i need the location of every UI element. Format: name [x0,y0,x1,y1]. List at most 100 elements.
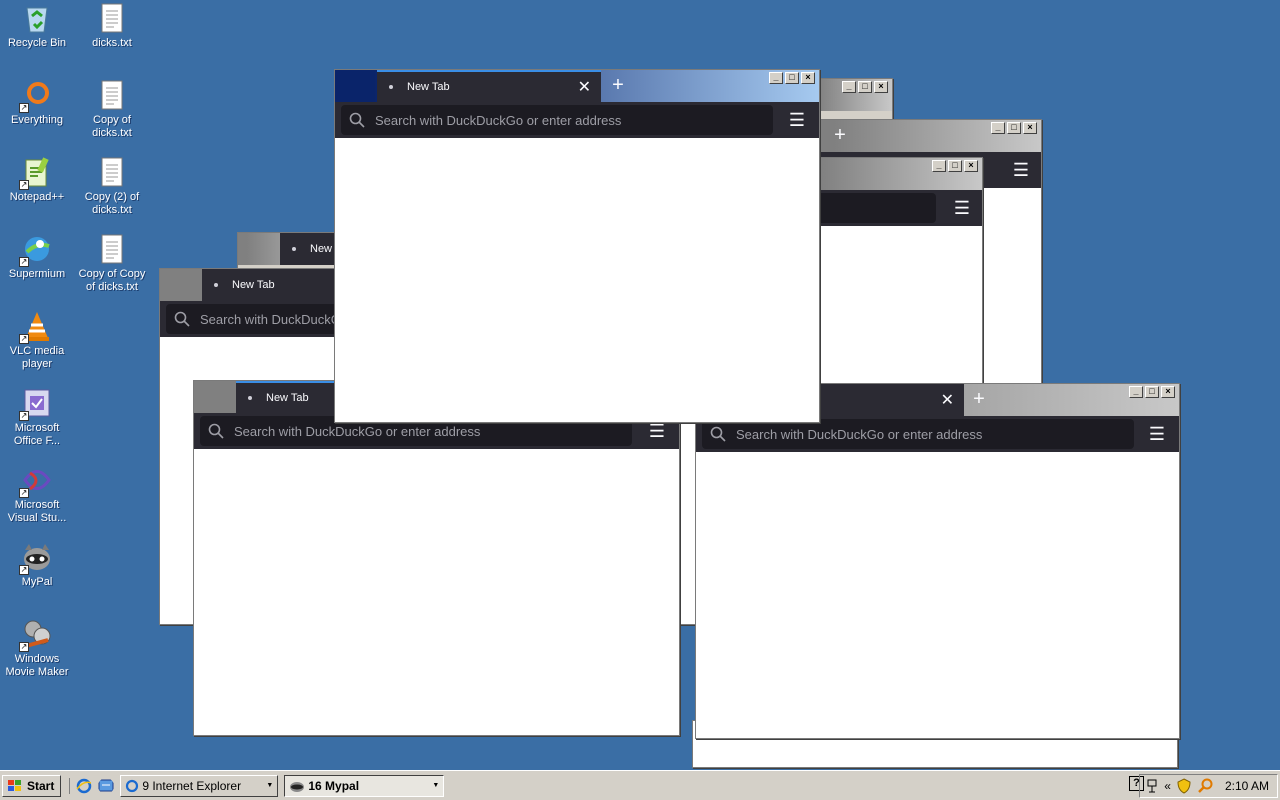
browser-tab[interactable]: New Tab [202,269,352,301]
icon-label: Supermium [8,268,66,280]
search-icon [349,112,365,128]
search-icon [174,311,190,327]
search-magnifier-tray-icon[interactable] [1197,778,1213,794]
taskbar-group-mypal[interactable]: 16 Mypal ▼ [284,774,445,797]
desktop-icon-microsoft-office[interactable]: ↗ Microsoft Office F... [0,387,74,448]
maximize-button[interactable]: □ [785,72,799,84]
desktop-icon-notepad-plus-plus[interactable]: ↗ Notepad++ [0,156,74,204]
tab-favicon-dot [292,247,296,251]
browser-window-bottom-right[interactable]: ✕ + _ □ × Search with DuckDuckGo or ente… [695,383,1180,739]
shortcut-arrow-icon: ↗ [19,488,29,498]
minimize-button[interactable]: _ [842,81,856,93]
browser-window-bottom-left[interactable]: New Tab Search with DuckDuckGo or enter … [193,380,680,736]
close-button[interactable]: × [964,160,978,172]
tab-title: New [310,243,333,255]
shield-icon[interactable] [1177,778,1191,794]
maximize-button[interactable]: □ [1145,386,1159,398]
close-button[interactable]: × [1023,122,1037,134]
shortcut-arrow-icon: ↗ [19,565,29,575]
page-content[interactable] [194,449,679,735]
desktop-icon-dicks-txt[interactable]: dicks.txt [75,2,149,50]
icon-label: VLC media player [9,345,65,370]
hamburger-menu-button[interactable]: ☰ [950,196,974,220]
shortcut-arrow-icon: ↗ [19,642,29,652]
window-caption-buttons: _ □ × [1129,386,1175,398]
address-placeholder: Search with DuckDuckG [200,311,341,327]
minimize-button[interactable]: _ [1129,386,1143,398]
minimize-button[interactable]: _ [932,160,946,172]
maximize-button[interactable]: □ [948,160,962,172]
icon-label: MyPal [21,576,53,588]
window-caption-buttons: _ □ × [769,72,815,84]
visual-studio-icon: ↗ [19,464,53,498]
browser-window-active[interactable]: New Tab ✕ + _ □ × Search with DuckDuckGo… [334,69,820,423]
desktop-icon-supermium[interactable]: ↗ Supermium [0,233,74,281]
icon-label: Recycle Bin [7,37,67,49]
hamburger-menu-button[interactable]: ☰ [1145,422,1169,446]
internet-explorer-icon [126,779,139,792]
desktop-icon-vlc[interactable]: ↗ VLC media player [0,310,74,371]
desktop-icon-windows-movie-maker[interactable]: ↗ Windows Movie Maker [0,618,74,679]
minimize-button[interactable]: _ [769,72,783,84]
minimize-button[interactable]: _ [991,122,1005,134]
page-content[interactable] [806,226,982,396]
maximize-button[interactable]: □ [1007,122,1021,134]
address-bar[interactable]: Search with DuckDuckGo or enter address [702,419,1134,449]
shortcut-arrow-icon: ↗ [19,180,29,190]
mypal-raccoon-icon: ↗ [19,541,53,575]
tab-close-icon[interactable]: ✕ [941,390,954,410]
shortcut-arrow-icon: ↗ [19,257,29,267]
tab-title: New Tab [266,392,309,404]
everything-search-icon: ↗ [19,79,53,113]
network-icon[interactable] [1146,778,1158,794]
page-content[interactable] [335,138,819,422]
desktop-icon-recycle-bin[interactable]: Recycle Bin [0,2,74,50]
text-file-icon [96,156,128,188]
tab-favicon-dot [248,396,252,400]
taskbar: Start 9 Internet Explorer ▼ 16 Mypal ▼ ?… [0,770,1280,800]
maximize-button[interactable]: □ [858,81,872,93]
text-file-icon [96,2,128,34]
taskbar-group-internet-explorer[interactable]: 9 Internet Explorer ▼ [120,774,279,797]
internet-explorer-icon[interactable] [76,778,92,794]
icon-label: Copy (2) of dicks.txt [84,191,140,216]
address-placeholder: Search with DuckDuckGo or enter address [375,112,622,128]
close-button[interactable]: × [874,81,888,93]
tab-favicon-dot [214,283,218,287]
desktop-icon-copy-2-of-dicks-txt[interactable]: Copy (2) of dicks.txt [75,156,149,217]
start-button[interactable]: Start [2,774,62,797]
desktop-icon-copy-of-copy-of-dicks-txt[interactable]: Copy of Copy of dicks.txt [75,233,149,294]
desktop-icon-visual-studio[interactable]: ↗ Microsoft Visual Stu... [0,464,74,525]
clock[interactable]: 2:10 AM [1225,779,1269,793]
shortcut-arrow-icon: ↗ [19,103,29,113]
show-desktop-icon[interactable] [98,778,114,794]
icon-label: dicks.txt [92,37,132,49]
close-button[interactable]: × [801,72,815,84]
mypal-raccoon-icon [290,781,305,792]
tray-expand-chevron[interactable]: « [1164,779,1171,793]
window-caption-buttons: _ □ × [932,160,978,172]
browser-window-back-3[interactable]: _ □ × ☰ [805,157,983,397]
address-bar[interactable] [806,193,936,223]
new-tab-button[interactable]: + [967,388,991,412]
browser-toolbar: ☰ [806,190,982,226]
browser-tab[interactable]: New Tab ✕ [377,70,601,102]
desktop-icon-copy-of-dicks-txt[interactable]: Copy of dicks.txt [75,79,149,140]
tab-title: New Tab [232,279,275,291]
tab-close-icon[interactable]: ✕ [578,77,591,97]
desktop-icon-everything[interactable]: ↗ Everything [0,79,74,127]
chevron-down-icon: ▼ [432,782,440,789]
browser-toolbar: Search with DuckDuckGo or enter address … [335,102,819,138]
close-button[interactable]: × [1161,386,1175,398]
taskbar-group-label: 16 Mypal [308,778,360,793]
page-content[interactable] [696,452,1179,738]
desktop-icon-mypal[interactable]: ↗ MyPal [0,541,74,589]
system-tray: « 2:10 AM [1139,774,1278,798]
search-icon [208,423,224,439]
new-tab-button[interactable]: + [606,74,630,98]
hamburger-menu-button[interactable]: ☰ [785,108,809,132]
address-bar[interactable]: Search with DuckDuckGo or enter address [341,105,773,135]
new-tab-button[interactable]: + [828,124,852,148]
hamburger-menu-button[interactable]: ☰ [1009,158,1033,182]
icon-label: Windows Movie Maker [5,653,69,678]
